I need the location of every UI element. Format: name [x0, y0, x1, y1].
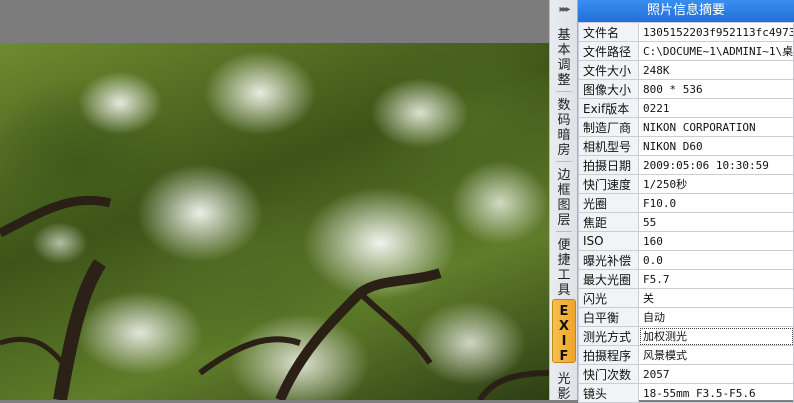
exif-field-value[interactable]: 1/250秒 [638, 174, 794, 194]
exif-field-label: 文件名 [578, 22, 639, 42]
exif-table: 文件名 1305152203f952113fc4973b6 文件路径 C:\DOCUM… [578, 22, 794, 403]
exif-field-label: 曝光补偿 [578, 250, 639, 270]
tab-label-char: 暗 [557, 128, 571, 143]
collapse-panel-icon[interactable]: ▸▸▸ [554, 3, 574, 17]
tab-label-char: 房 [557, 143, 571, 158]
exif-field-label: 测光方式 [578, 326, 639, 346]
tab-label-char: F [559, 349, 569, 364]
exif-field-value[interactable]: F5.7 [638, 269, 794, 289]
table-row[interactable]: ISO 160 [578, 231, 794, 251]
exif-field-label: 光圈 [578, 193, 639, 213]
table-row[interactable]: 相机型号 NIKON D60 [578, 136, 794, 156]
tab-label-char: I [561, 334, 567, 349]
table-row[interactable]: 快门次数 2057 [578, 364, 794, 384]
exif-field-label: 最大光圈 [578, 269, 639, 289]
photo-canvas[interactable] [0, 0, 549, 400]
exif-field-value[interactable]: 0221 [638, 98, 794, 118]
tab-label-char: 调 [557, 58, 571, 73]
table-row[interactable]: 最大光圈 F5.7 [578, 269, 794, 289]
tab-label-char: X [558, 319, 570, 334]
exif-field-value[interactable]: 关 [638, 288, 794, 308]
tab-light-shadow[interactable]: 光 影 [552, 368, 576, 402]
tab-label-char: 图 [557, 198, 571, 213]
exif-field-label: 拍摄日期 [578, 155, 639, 175]
exif-field-label: 白平衡 [578, 307, 639, 327]
table-row[interactable]: 曝光补偿 0.0 [578, 250, 794, 270]
table-row[interactable]: Exif版本 0221 [578, 98, 794, 118]
exif-field-value[interactable]: F10.0 [638, 193, 794, 213]
exif-field-label: Exif版本 [578, 98, 639, 118]
exif-field-label: 拍摄程序 [578, 345, 639, 365]
exif-field-value[interactable]: 0.0 [638, 250, 794, 270]
exif-field-label: 文件大小 [578, 60, 639, 80]
table-row[interactable]: 拍摄程序 风景模式 [578, 345, 794, 365]
exif-field-label: 图像大小 [578, 79, 639, 99]
tab-label-char: 具 [557, 283, 571, 298]
table-row[interactable]: 文件大小 248K [578, 60, 794, 80]
table-row[interactable]: 文件路径 C:\DOCUME~1\ADMINI~1\桌面 [578, 41, 794, 61]
tab-frame-layer[interactable]: 边 框 图 层 [552, 164, 576, 228]
tab-exif[interactable]: E X I F [552, 299, 576, 364]
tab-divider [556, 231, 572, 232]
tab-label-char: 工 [557, 268, 571, 283]
exif-field-label: 闪光 [578, 288, 639, 308]
tab-label-char: 基 [557, 28, 571, 43]
photo-image[interactable] [0, 43, 549, 400]
exif-field-value[interactable]: 1305152203f952113fc4973b6 [638, 22, 794, 42]
tab-label-char: 本 [557, 43, 571, 58]
tab-label-char: 便 [557, 238, 571, 253]
side-tab-strip: ▸▸▸ 基 本 调 整 数 码 暗 房 边 框 图 层 便 捷 工 具 E X … [549, 0, 578, 402]
exif-field-label: 快门次数 [578, 364, 639, 384]
table-row[interactable]: 快门速度 1/250秒 [578, 174, 794, 194]
exif-field-label: 制造厂商 [578, 117, 639, 137]
tab-label-char: 层 [557, 213, 571, 228]
tab-digital-darkroom[interactable]: 数 码 暗 房 [552, 94, 576, 158]
exif-field-value[interactable]: NIKON D60 [638, 136, 794, 156]
exif-field-value[interactable]: 2009:05:06 10:30:59 [638, 155, 794, 175]
tab-label-char: 框 [557, 183, 571, 198]
tab-basic-adjust[interactable]: 基 本 调 整 [552, 24, 576, 88]
tab-label-char: 数 [557, 98, 571, 113]
table-row[interactable]: 文件名 1305152203f952113fc4973b6 [578, 22, 794, 42]
exif-field-label: 焦距 [578, 212, 639, 232]
tab-label-char: 捷 [557, 253, 571, 268]
table-row[interactable]: 图像大小 800 * 536 [578, 79, 794, 99]
tree-branches [0, 195, 549, 400]
tab-label-char: 码 [557, 113, 571, 128]
table-row[interactable]: 制造厂商 NIKON CORPORATION [578, 117, 794, 137]
tab-label-char: E [559, 304, 569, 319]
exif-field-label: 文件路径 [578, 41, 639, 61]
table-row[interactable]: 白平衡 自动 [578, 307, 794, 327]
exif-field-label: 相机型号 [578, 136, 639, 156]
table-row[interactable]: 焦距 55 [578, 212, 794, 232]
exif-field-value[interactable]: 55 [638, 212, 794, 232]
table-row[interactable]: 拍摄日期 2009:05:06 10:30:59 [578, 155, 794, 175]
tab-quick-tools[interactable]: 便 捷 工 具 [552, 234, 576, 298]
exif-field-value[interactable]: NIKON CORPORATION [638, 117, 794, 137]
tab-divider [556, 161, 572, 162]
table-row[interactable]: 闪光关 [578, 288, 794, 308]
exif-field-value[interactable]: 2057 [638, 364, 794, 384]
exif-field-value[interactable]: C:\DOCUME~1\ADMINI~1\桌面 [638, 41, 794, 61]
table-row[interactable]: 测光方式 加权测光 [578, 326, 794, 346]
tab-label-char: 整 [557, 73, 571, 88]
table-row[interactable]: 光圈 F10.0 [578, 193, 794, 213]
exif-field-label: ISO [578, 231, 639, 251]
exif-field-value[interactable]: 248K [638, 60, 794, 80]
tab-divider [556, 91, 572, 92]
exif-field-value[interactable]: 自动 [638, 307, 794, 327]
tab-label-char: 边 [557, 168, 571, 183]
exif-field-label: 快门速度 [578, 174, 639, 194]
exif-field-value[interactable]: 风景模式 [638, 345, 794, 365]
exif-field-value[interactable]: 加权测光 [638, 326, 794, 346]
exif-info-panel: 照片信息摘要 文件名 1305152203f952113fc4973b6 文件路径 C… [578, 0, 794, 403]
tab-label-char: 光 [557, 372, 571, 387]
exif-field-value[interactable]: 160 [638, 231, 794, 251]
panel-title: 照片信息摘要 [578, 0, 794, 22]
exif-field-value[interactable]: 800 * 536 [638, 79, 794, 99]
